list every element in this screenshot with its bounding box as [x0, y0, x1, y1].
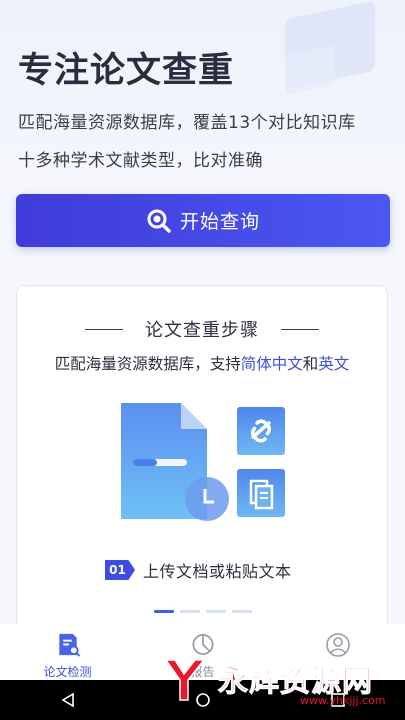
desc-highlight-chinese: 简体中文 [240, 355, 303, 373]
watermark-url: www.yhkjjj.com [300, 694, 386, 707]
divider [281, 328, 319, 330]
back-triangle-icon [60, 692, 74, 708]
current-step: 01 上传文档或粘贴文本 [105, 558, 292, 582]
search-icon [147, 209, 171, 233]
carousel-dot[interactable] [154, 610, 174, 613]
hero-subtitle: 匹配海量资源数据库，覆盖13个对比知识库 [18, 113, 356, 133]
steps-card-description: 匹配海量资源数据库，支持简体中文和英文 [17, 352, 387, 374]
desc-mid: 和 [302, 355, 319, 373]
start-query-label: 开始查询 [179, 211, 260, 233]
carousel-dot[interactable] [232, 610, 252, 613]
step-number-badge: 01 [105, 560, 135, 580]
carousel-indicator [154, 610, 258, 613]
start-query-button[interactable]: 开始查询 [16, 194, 390, 247]
back-button[interactable] [48, 680, 88, 720]
hero-subtitle: 十多种学术文献类型，比对准确 [18, 151, 263, 171]
steps-card-title: 论文查重步骤 [17, 316, 387, 342]
watermark: 永辉资源网 www.yhkjjj.com [160, 654, 405, 710]
steps-card: 论文查重步骤 匹配海量资源数据库，支持简体中文和英文 01 上传文档或粘贴文本 [16, 285, 388, 630]
upload-document-illustration [121, 403, 285, 521]
watermark-logo-icon [164, 659, 206, 701]
carousel-dot[interactable] [206, 610, 226, 613]
tab-paper-check[interactable]: 论文检测 [0, 624, 135, 680]
tab-label: 论文检测 [43, 665, 92, 679]
desc-highlight-english: 英文 [318, 355, 350, 373]
divider [85, 328, 123, 330]
document-search-icon [58, 633, 80, 657]
carousel-dot[interactable] [180, 610, 200, 613]
page-title: 专注论文查重 [18, 51, 235, 91]
desc-prefix: 匹配海量资源数据库，支持 [54, 355, 241, 373]
steps-card-title-text: 论文查重步骤 [145, 320, 259, 341]
step-description: 上传文档或粘贴文本 [143, 562, 292, 581]
